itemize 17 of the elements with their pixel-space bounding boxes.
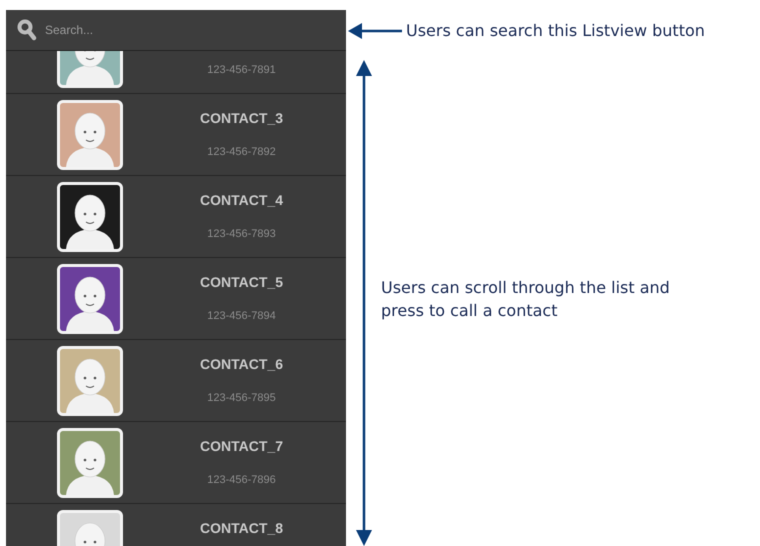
phone-number: 123-456-7891	[207, 64, 276, 78]
contact-name: CONTACT_8	[200, 520, 283, 538]
search-field[interactable]: Search...	[43, 22, 307, 38]
annotation-text: Users can search this Listview button	[406, 21, 705, 40]
phone-number: 123-456-7895	[207, 392, 276, 406]
phone-number: 123-456-7894	[207, 310, 276, 324]
contact-name: CONTACT_7	[200, 438, 283, 456]
phone-number: 123-456-7892	[207, 146, 276, 160]
phone-number: 123-456-7893	[207, 228, 276, 242]
annotation-text: Users can scroll through the list and press to call a contact	[381, 277, 671, 322]
contact-name: CONTACT_3	[200, 110, 283, 128]
contact-name: CONTACT_6	[200, 356, 283, 374]
contact-name: CONTACT_4	[200, 192, 283, 210]
search-icon	[17, 19, 37, 41]
contact-name: CONTACT_5	[200, 274, 283, 292]
arrow-left	[348, 22, 402, 40]
phone-number: 123-456-7896	[207, 474, 276, 488]
